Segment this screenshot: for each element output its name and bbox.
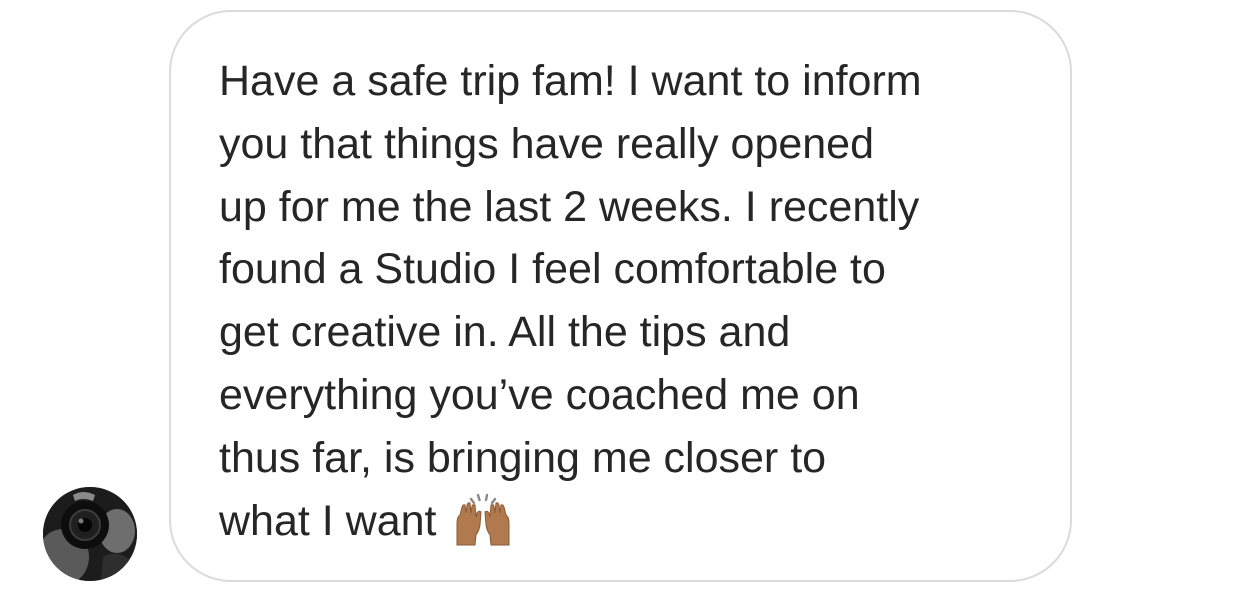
message-line: found a Studio I feel comfortable to	[219, 245, 886, 294]
message-bubble[interactable]: Have a safe trip fam! I want to inform y…	[169, 10, 1072, 582]
sender-avatar[interactable]	[43, 487, 137, 581]
raising-hands-emoji-icon	[451, 493, 515, 549]
message-text: Have a safe trip fam! I want to inform y…	[219, 50, 922, 552]
message-line: thus far, is bringing me closer to	[219, 433, 827, 482]
message-thread: Have a safe trip fam! I want to inform y…	[0, 0, 1242, 593]
message-line: you that things have really opened	[219, 119, 875, 168]
message-line: everything you’ve coached me on	[219, 370, 860, 419]
message-line: up for me the last 2 weeks. I recently	[219, 182, 920, 231]
message-line: Have a safe trip fam! I want to inform	[219, 57, 922, 105]
message-line: get creative in. All the tips and	[219, 308, 791, 357]
message-line-text: what I want	[219, 496, 437, 545]
message-line-last: what I want	[219, 490, 922, 553]
camera-photographer-avatar-icon	[43, 487, 137, 581]
